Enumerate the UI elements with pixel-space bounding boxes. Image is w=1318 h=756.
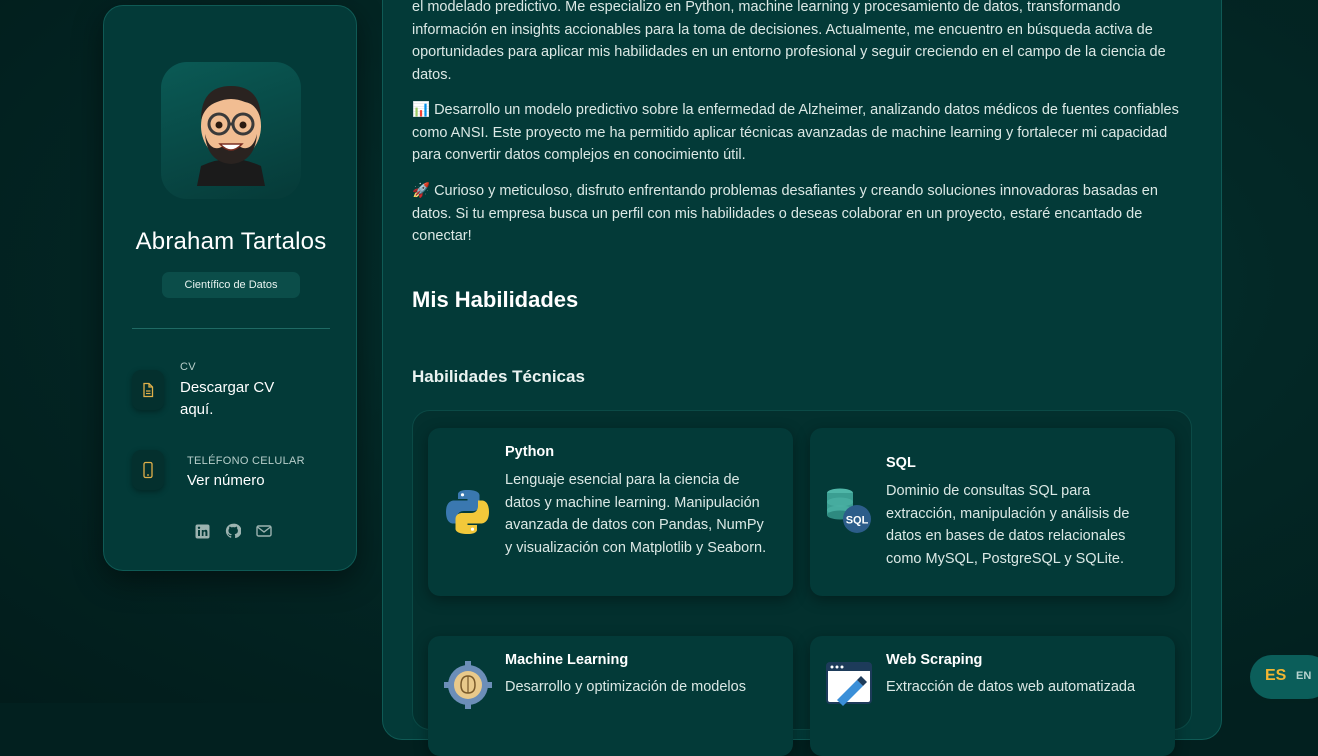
profile-sidebar: Abraham Tartalos Científico de Datos CV … bbox=[103, 5, 357, 571]
sidebar-divider bbox=[132, 328, 330, 329]
linkedin-icon[interactable] bbox=[194, 523, 210, 539]
about-paragraph-2: 📊 Desarrollo un modelo predictivo sobre … bbox=[412, 102, 1179, 163]
sql-database-icon: SQL bbox=[824, 486, 874, 536]
mail-icon[interactable] bbox=[256, 523, 272, 539]
memoji-avatar-icon bbox=[197, 85, 265, 186]
skill-name-web-scraping: Web Scraping bbox=[886, 652, 983, 668]
svg-text:SQL: SQL bbox=[846, 515, 869, 527]
skill-desc-python: Lenguaje esencial para la ciencia de dat… bbox=[505, 472, 767, 556]
github-icon[interactable] bbox=[225, 523, 241, 539]
avatar bbox=[161, 62, 301, 199]
skill-desc-machine-learning: Desarrollo y optimización de modelos bbox=[505, 679, 746, 695]
show-phone-link[interactable]: Ver número bbox=[187, 470, 265, 492]
about-paragraph-3: 🚀 Curioso y meticuloso, disfruto enfrent… bbox=[412, 183, 1158, 244]
skills-heading: Mis Habilidades bbox=[412, 287, 579, 312]
document-icon[interactable] bbox=[132, 370, 164, 410]
contact-label-phone: TELÉFONO CELULAR bbox=[187, 455, 305, 467]
skill-desc-sql: Dominio de consultas SQL para extracción… bbox=[886, 483, 1130, 567]
skill-name-python: Python bbox=[505, 444, 555, 460]
skill-name-sql: SQL bbox=[886, 455, 916, 471]
social-links bbox=[194, 523, 272, 539]
profile-name: Abraham Tartalos bbox=[135, 228, 327, 255]
language-toggle[interactable]: ES EN bbox=[1250, 655, 1318, 699]
python-logo-icon bbox=[443, 487, 493, 537]
profile-title-badge: Científico de Datos bbox=[162, 272, 300, 298]
phone-icon[interactable] bbox=[132, 450, 164, 490]
language-option-en[interactable]: EN bbox=[1296, 670, 1311, 682]
skill-desc-web-scraping: Extracción de datos web automatizada bbox=[886, 679, 1136, 695]
skill-name-machine-learning: Machine Learning bbox=[505, 652, 629, 668]
contact-label-cv: CV bbox=[180, 361, 196, 373]
language-option-es[interactable]: ES bbox=[1265, 667, 1286, 685]
technical-skills-subheading: Habilidades Técnicas bbox=[412, 367, 585, 386]
about-paragraph-1: el modelado predictivo. Me especializo e… bbox=[412, 0, 1166, 83]
download-cv-link[interactable]: Descargar CV aquí. bbox=[180, 377, 310, 421]
